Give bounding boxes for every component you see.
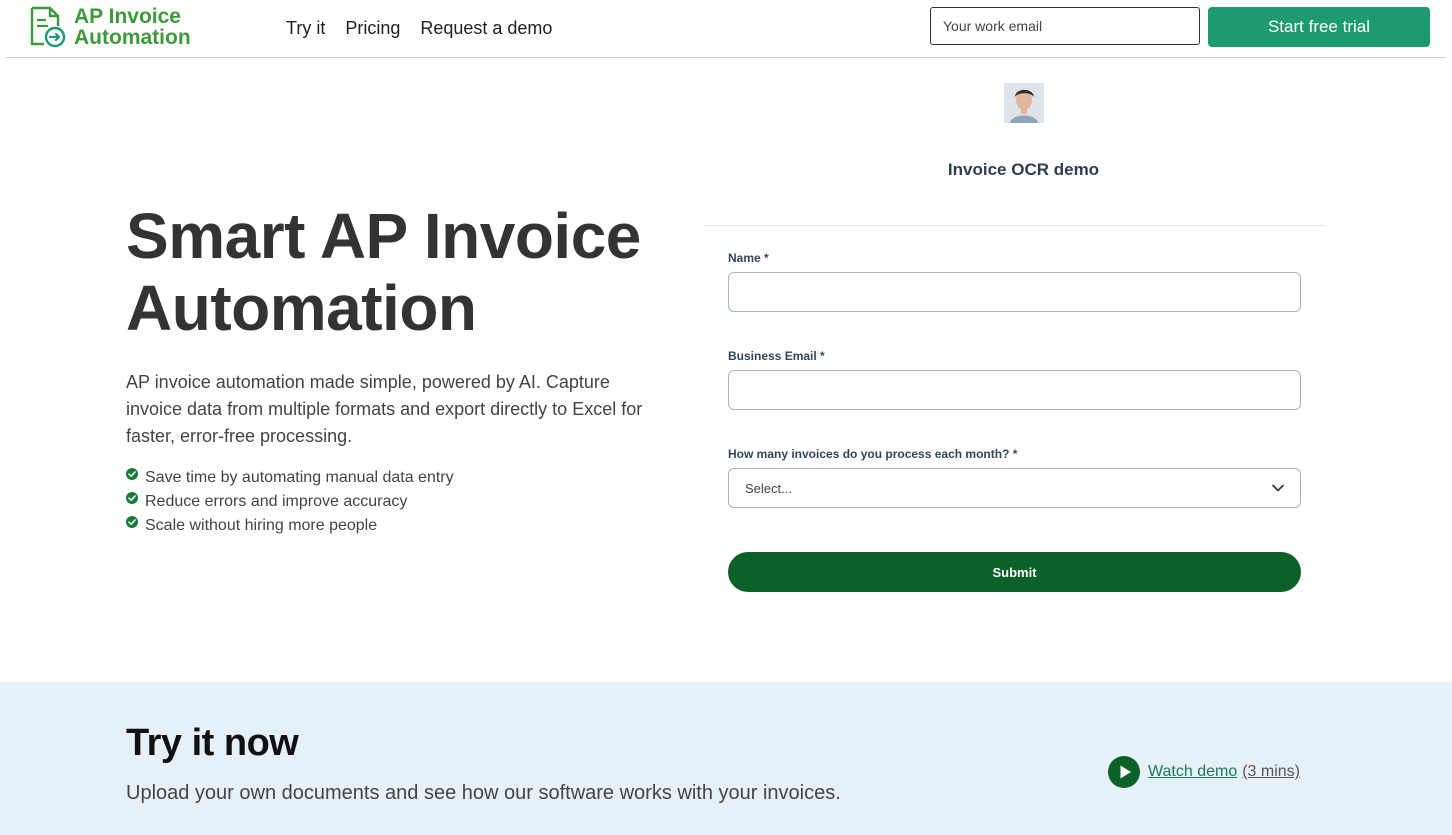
start-free-trial-button[interactable]: Start free trial bbox=[1208, 7, 1430, 47]
logo[interactable]: AP Invoice Automation bbox=[28, 6, 191, 48]
check-circle-icon bbox=[126, 492, 138, 504]
section-title: Try it now bbox=[126, 722, 299, 764]
benefit-text: Save time by automating manual data entr… bbox=[145, 469, 454, 486]
hero-title-line2: Automation bbox=[126, 272, 477, 344]
form-divider bbox=[703, 225, 1325, 226]
submit-button[interactable]: Submit bbox=[728, 552, 1301, 592]
business-email-field[interactable] bbox=[728, 370, 1301, 410]
list-item: Save time by automating manual data entr… bbox=[126, 466, 454, 490]
work-email-input[interactable] bbox=[930, 7, 1200, 45]
header-divider bbox=[6, 57, 1446, 58]
list-item: Reduce errors and improve accuracy bbox=[126, 490, 454, 514]
avatar bbox=[1004, 83, 1044, 123]
list-item: Scale without hiring more people bbox=[126, 514, 454, 538]
site-header: AP Invoice Automation Try it Pricing Req… bbox=[0, 0, 1452, 58]
nav-pricing[interactable]: Pricing bbox=[345, 17, 400, 39]
play-icon[interactable] bbox=[1108, 756, 1140, 788]
logo-text-line1: AP Invoice bbox=[74, 5, 181, 28]
benefit-text: Reduce errors and improve accuracy bbox=[145, 493, 408, 510]
watch-demo-link[interactable]: Watch demo (3 mins) bbox=[1108, 756, 1300, 788]
main-nav: Try it Pricing Request a demo bbox=[286, 17, 552, 39]
section-description: Upload your own documents and see how ou… bbox=[126, 782, 841, 804]
watch-demo-text[interactable]: Watch demo bbox=[1148, 763, 1237, 781]
watch-demo-duration[interactable]: (3 mins) bbox=[1242, 763, 1300, 781]
try-it-now-section: Try it now Upload your own documents and… bbox=[0, 682, 1452, 835]
name-label: Name * bbox=[728, 251, 769, 265]
invoices-per-month-select[interactable]: Select... bbox=[728, 468, 1301, 508]
benefit-list: Save time by automating manual data entr… bbox=[126, 466, 454, 538]
invoice-logo-icon bbox=[30, 6, 66, 48]
logo-text-line2: Automation bbox=[74, 26, 191, 49]
chevron-down-icon bbox=[1272, 484, 1284, 492]
nav-request-demo[interactable]: Request a demo bbox=[420, 17, 552, 39]
invoices-per-month-label: How many invoices do you process each mo… bbox=[728, 447, 1018, 461]
hero-description: AP invoice automation made simple, power… bbox=[126, 372, 643, 446]
hero-title: Smart AP Invoice Automation bbox=[126, 200, 706, 344]
select-value: Select... bbox=[745, 480, 792, 496]
check-circle-icon bbox=[126, 516, 138, 528]
hero-title-line1: Smart AP Invoice bbox=[126, 200, 641, 272]
name-field[interactable] bbox=[728, 272, 1301, 312]
benefit-text: Scale without hiring more people bbox=[145, 517, 378, 534]
nav-try-it[interactable]: Try it bbox=[286, 17, 325, 39]
business-email-label: Business Email * bbox=[728, 349, 825, 363]
form-title: Invoice OCR demo bbox=[947, 160, 1100, 179]
check-circle-icon bbox=[126, 468, 138, 480]
logo-text: AP Invoice Automation bbox=[74, 6, 191, 48]
